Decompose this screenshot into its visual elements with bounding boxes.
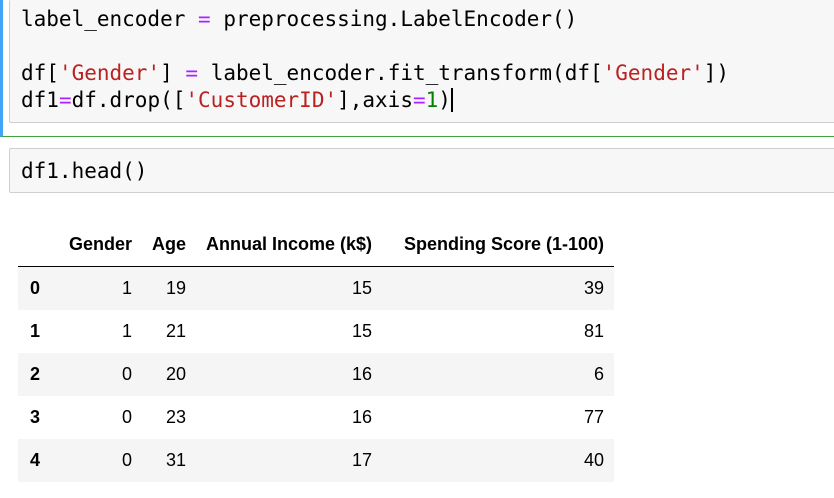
cell-spending-score: 6 — [594, 364, 605, 384]
row-index: 0 — [30, 278, 41, 298]
table-row: 4 0 31 17 40 — [18, 439, 615, 482]
column-header-gender: Gender — [58, 222, 142, 267]
table-row: 0 1 19 15 39 — [18, 266, 615, 310]
code-token-str: 'CustomerID' — [185, 88, 338, 112]
code-token: df.drop([ — [71, 88, 186, 112]
code-token-op: = — [412, 88, 426, 112]
code-token-str: 'Gender' — [602, 61, 704, 85]
cell-annual-income: 15 — [352, 321, 373, 341]
table-header-row: Gender Age Annual Income (k$) Spending S… — [18, 222, 615, 267]
column-header-age: Age — [142, 222, 197, 267]
cell-annual-income: 15 — [352, 278, 373, 298]
table-row: 2 0 20 16 6 — [18, 353, 615, 396]
cell-age: 21 — [165, 321, 187, 341]
cell-annual-income: 16 — [352, 364, 373, 384]
code-token-str: 'Gender' — [58, 61, 161, 85]
code-token-op: = — [185, 61, 199, 85]
cell-gender: 0 — [121, 364, 132, 384]
code-token: ]) — [703, 61, 730, 85]
code-token: ] — [160, 61, 186, 85]
code-input-area[interactable]: df1.head() — [9, 148, 834, 193]
code-cell-label-encoder[interactable]: label_encoder = preprocessing.LabelEncod… — [0, 0, 834, 137]
cell-age: 23 — [165, 407, 187, 427]
code-token: ],axis — [337, 88, 413, 112]
table-row: 3 0 23 16 77 — [18, 396, 614, 439]
cell-spending-score: 40 — [584, 450, 605, 470]
code-token-op: = — [58, 88, 72, 112]
code-token-op: = — [198, 7, 211, 31]
cell-age: 19 — [165, 278, 187, 298]
code-editor[interactable]: label_encoder = preprocessing.LabelEncod… — [21, 6, 729, 114]
column-header-annual-income: Annual Income (k$) — [196, 222, 383, 267]
column-header-index — [18, 222, 58, 267]
code-editor[interactable]: df1.head() — [21, 158, 147, 185]
text-cursor — [450, 88, 453, 112]
code-token: ) — [438, 88, 451, 112]
code-token: label_encoder — [21, 7, 199, 31]
row-index: 2 — [30, 364, 41, 384]
code-token: label_encoder.fit_transform(df[ — [198, 61, 603, 85]
cell-annual-income: 17 — [352, 450, 373, 470]
code-line: df['Gender'] = label_encoder.fit_transfo… — [21, 60, 729, 87]
cell-gender: 1 — [121, 321, 132, 341]
code-line: df1=df.drop(['CustomerID'],axis=1) — [21, 87, 729, 114]
cell-gender: 0 — [121, 450, 132, 470]
code-token: df[ — [21, 61, 59, 85]
cell-spending-score: 77 — [584, 407, 605, 427]
table-row: 1 1 21 15 81 — [18, 310, 614, 353]
dataframe-table: Gender Age Annual Income (k$) Spending S… — [18, 222, 615, 482]
code-cell-head[interactable]: df1.head() — [0, 148, 834, 193]
code-token: preprocessing.LabelEncoder() — [210, 7, 578, 31]
code-line: df1.head() — [21, 159, 148, 183]
row-index: 4 — [30, 450, 41, 470]
cell-gender: 0 — [121, 407, 132, 427]
cell-age: 31 — [165, 450, 187, 470]
code-line: label_encoder = preprocessing.LabelEncod… — [21, 6, 729, 33]
cell-output: Gender Age Annual Income (k$) Spending S… — [18, 222, 615, 482]
cell-gender: 1 — [121, 278, 132, 298]
code-token-num: 1 — [425, 88, 439, 112]
row-index: 1 — [30, 321, 41, 341]
code-input-area[interactable]: label_encoder = preprocessing.LabelEncod… — [9, 0, 834, 123]
cell-annual-income: 16 — [352, 407, 373, 427]
cell-age: 20 — [165, 364, 187, 384]
cell-spending-score: 39 — [584, 278, 605, 298]
column-header-spending-score: Spending Score (1-100) — [382, 222, 615, 267]
code-token: df1 — [21, 88, 59, 112]
row-index: 3 — [30, 407, 41, 427]
cell-spending-score: 81 — [584, 321, 605, 341]
